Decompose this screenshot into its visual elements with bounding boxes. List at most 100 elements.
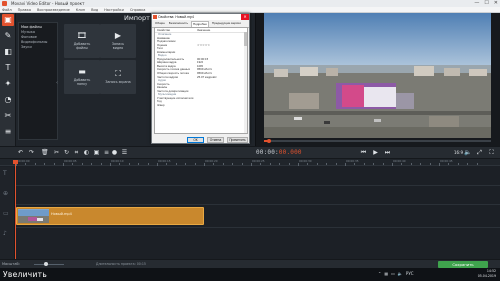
tray-up-arrow-icon[interactable]: ⌃ (378, 271, 381, 277)
aspect-ratio-label[interactable]: 16:9 (454, 149, 463, 157)
screen-capture-tile[interactable]: ⛶ Запись экрана (100, 60, 136, 94)
tray-volume-icon[interactable]: 🔈 (398, 271, 403, 277)
ruler-tick (34, 163, 36, 165)
zoom-slider-handle[interactable] (44, 262, 48, 266)
ruler-tick (53, 163, 55, 165)
record-video-tile[interactable]: ▶ Запись видео (100, 24, 136, 58)
previous-frame-icon[interactable]: ⏮ (360, 149, 367, 157)
save-button[interactable]: Сохранить (438, 261, 488, 268)
dialog-file-icon (153, 15, 157, 19)
crop-icon[interactable]: ⌗ (73, 149, 80, 157)
callouts-icon[interactable]: ◔ (2, 94, 14, 106)
microphone-icon[interactable]: ● (111, 149, 118, 157)
link-track-icon[interactable]: ⊕ (3, 191, 8, 197)
footer-bar: Масштаб: Длительность проекта: 00:15 Сох… (0, 259, 500, 268)
ruler-tick (345, 163, 346, 166)
ruler-tick (279, 163, 281, 165)
ruler-tick (476, 163, 478, 165)
collapse-arrow-icon[interactable]: ‹ (56, 80, 58, 86)
import-tool-icon[interactable]: ▣ (2, 14, 14, 26)
track-divider (15, 204, 500, 205)
menu-edit[interactable]: Правка (18, 7, 31, 12)
close-window-button[interactable]: ✕ (494, 0, 498, 7)
ok-button[interactable]: ОК (187, 137, 204, 143)
video-track-icon[interactable]: ▭ (3, 211, 9, 217)
next-frame-icon[interactable]: ⏭ (384, 149, 391, 157)
ruler-tick (298, 163, 299, 166)
undo-icon[interactable]: ↶ (17, 149, 24, 157)
menu-view[interactable]: Вид (91, 7, 98, 12)
track-headers: T ⊕ ▭ ♪ (0, 167, 15, 259)
property-column-header[interactable]: Свойство (157, 28, 197, 32)
audio-icon[interactable]: ≡ (103, 149, 110, 157)
detail-property: Жанр (157, 103, 165, 107)
maximize-button[interactable]: ☐ (484, 0, 488, 7)
taskbar-clock[interactable]: 14:52 05.04.2019 (478, 269, 496, 279)
details-scroll-thumb[interactable] (244, 32, 247, 46)
seek-handle[interactable] (266, 139, 271, 143)
title-track-icon[interactable]: T (3, 171, 7, 177)
video-frame-image (264, 13, 491, 138)
edit-toolbar: ↶ ↷ 🗑 ✂ ↻ ⌗ ◐ ▣ ≡ ● ☰ ⏮ ▶ ⏭ 16:9 🔈 ⤢ ⛶ (0, 146, 500, 159)
menu-settings[interactable]: Настройки (104, 7, 124, 12)
ruler-tick (204, 163, 205, 166)
minimize-button[interactable]: — (474, 0, 479, 7)
cut-icon[interactable]: ✂ (53, 149, 60, 157)
redo-icon[interactable]: ↷ (28, 149, 35, 157)
ruler-tick (260, 163, 262, 165)
rotate-icon[interactable]: ↻ (63, 149, 70, 157)
timecode-accent: 00.000 (278, 149, 302, 156)
fullscreen-icon[interactable]: ⛶ (488, 149, 495, 157)
tray-network-icon[interactable]: ▦ (384, 271, 388, 277)
audio-track-icon[interactable]: ♪ (3, 231, 7, 237)
ruler-label: 00:00:15 (158, 159, 171, 163)
seek-bar[interactable] (264, 139, 491, 143)
window-title: Movavi Video Editor - Новый проект (11, 1, 85, 6)
zoom-slider[interactable] (34, 264, 64, 265)
image-icon[interactable]: ▣ (93, 149, 100, 157)
screen-capture-label: Запись экрана (105, 80, 131, 84)
ruler-tick (222, 163, 224, 165)
volume-icon[interactable]: 🔈 (464, 149, 471, 157)
tray-battery-icon[interactable]: ▭ (391, 271, 395, 277)
category-sounds[interactable]: Звуки (21, 45, 55, 50)
video-clip[interactable]: Новый.mp4 (16, 207, 204, 225)
titles-icon[interactable]: T (2, 62, 14, 74)
cancel-button[interactable]: Отмена (207, 137, 224, 143)
menu-help[interactable]: Справка (130, 7, 145, 12)
video-preview[interactable] (264, 13, 491, 138)
tray-language-icon[interactable]: РУС (406, 271, 414, 277)
ruler-tick (251, 163, 252, 166)
filters-brush-icon[interactable]: ✎ (2, 30, 14, 42)
details-scrollbar[interactable] (244, 32, 247, 133)
settings-icon[interactable]: ☰ (121, 149, 128, 157)
ruler-tick (448, 163, 450, 165)
menu-playback[interactable]: Воспроизведение (37, 7, 70, 12)
detach-preview-icon[interactable]: ⤢ (476, 149, 483, 157)
playhead[interactable] (15, 162, 16, 259)
ruler-tick (288, 163, 290, 165)
app-window: Movavi Video Editor - Новый проект — ☐ ✕… (0, 0, 500, 281)
add-files-tile[interactable]: 🎞 Добавить файлы (64, 24, 100, 58)
add-folder-tile[interactable]: ▬ Добавить папку (64, 60, 100, 94)
ruler-label: 00:00:25 (252, 159, 265, 163)
ruler-tick (119, 163, 121, 165)
stickers-icon[interactable]: ✦ (2, 78, 14, 90)
ruler-tick (429, 163, 431, 165)
menu-file[interactable]: Файл (2, 7, 12, 12)
color-adjust-icon[interactable]: ◐ (83, 149, 90, 157)
ruler-tick (467, 163, 469, 165)
more-tools-icon[interactable]: ✂ (2, 110, 14, 122)
play-icon[interactable]: ▶ (372, 149, 379, 157)
details-row[interactable]: Жанр (155, 104, 247, 108)
ruler-label: 00:00:00 (17, 159, 30, 163)
menu-lines-icon[interactable]: ≡ (2, 126, 14, 138)
ruler-tick (157, 163, 158, 166)
transitions-icon[interactable]: ◧ (2, 46, 14, 58)
dialog-close-button[interactable]: ✕ (241, 14, 249, 20)
menu-clip[interactable]: Клип (76, 7, 85, 12)
apply-button[interactable]: Применить (227, 137, 248, 143)
delete-icon[interactable]: 🗑 (41, 149, 49, 157)
ruler-label: 00:00:40 (393, 159, 406, 163)
value-column-header[interactable]: Значение (197, 28, 210, 32)
